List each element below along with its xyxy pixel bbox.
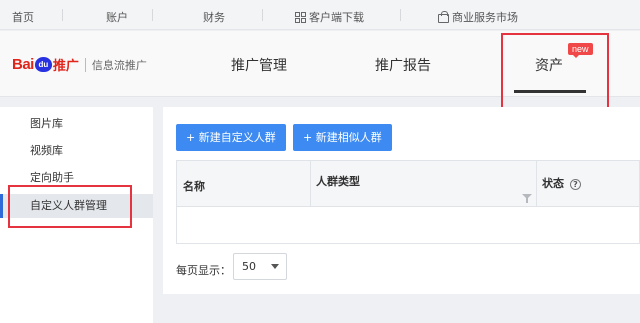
divider (62, 9, 63, 21)
baidu-tuiguang-logo[interactable]: Bai du 推广 信息流推广 (12, 55, 147, 74)
highlight-box-sidebar (8, 185, 132, 228)
divider (262, 9, 263, 21)
divider (152, 9, 153, 21)
baidu-paw-icon: du (34, 57, 52, 72)
column-header-name[interactable]: 名称 (183, 178, 205, 194)
chevron-down-icon (271, 264, 279, 269)
audience-table: 名称 人群类型 状态? (176, 160, 640, 244)
column-divider (536, 161, 537, 207)
top-link-client-download[interactable]: 客户端下载 (295, 9, 364, 25)
top-link-market[interactable]: 商业服务市场 (438, 9, 518, 25)
filter-icon[interactable] (522, 194, 532, 203)
new-custom-audience-button[interactable]: + 新建自定义人群 (176, 124, 286, 151)
help-icon[interactable]: ? (570, 178, 581, 190)
table-header: 名称 人群类型 状态? (177, 161, 639, 207)
logo-text-tuiguang: 推广 (52, 59, 79, 74)
sidebar-item-image-library[interactable]: 图片库 (0, 112, 153, 136)
divider (84, 57, 86, 72)
highlight-box-assets (501, 33, 609, 115)
column-header-audience-type[interactable]: 人群类型 (316, 173, 360, 189)
column-divider (310, 161, 311, 207)
column-header-status[interactable]: 状态? (542, 175, 581, 191)
page-size-value: 50 (242, 260, 256, 273)
top-link-home[interactable]: 首页 (12, 9, 34, 25)
logo-subtitle: 信息流推广 (91, 58, 147, 72)
client-download-label: 客户端下载 (309, 11, 364, 24)
nav-tab-promotion-report[interactable]: 推广报告 (375, 55, 431, 75)
sidebar-item-video-library[interactable]: 视频库 (0, 139, 153, 163)
top-link-finance[interactable]: 财务 (203, 9, 225, 25)
new-similar-audience-button[interactable]: + 新建相似人群 (293, 124, 392, 151)
top-link-account[interactable]: 账户 (106, 9, 128, 25)
nav-tab-promotion-management[interactable]: 推广管理 (231, 55, 287, 75)
shopping-bag-icon (438, 10, 449, 23)
status-label: 状态 (542, 177, 564, 190)
market-label: 商业服务市场 (452, 11, 518, 24)
page-size-select[interactable]: 50 (233, 253, 287, 280)
divider (400, 9, 401, 21)
logo-text-bai: Bai (12, 56, 34, 73)
page-size-label: 每页显示： (176, 264, 231, 277)
top-utility-bar: 首页 账户 财务 客户端下载 商业服务市场 (0, 0, 640, 30)
grid-icon (295, 11, 306, 23)
